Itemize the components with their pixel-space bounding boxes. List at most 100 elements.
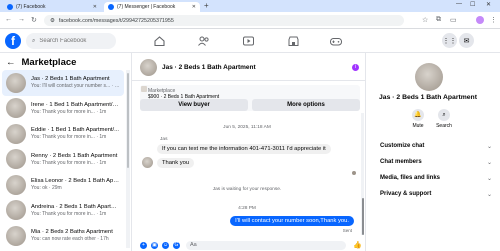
gaming-icon[interactable] [329,34,343,48]
video-icon[interactable] [241,34,255,48]
back-icon[interactable]: ← [5,16,12,23]
conversation-title: Renny · 2 Beds 1 Bath Apartment [31,152,118,159]
friends-icon[interactable] [197,34,211,48]
mute-label: Mute [412,123,424,129]
search-icon: ⌕ [32,37,36,44]
browser-tab-messenger[interactable]: (7) Messenger | Facebook ✕ [104,2,200,12]
messenger-icon[interactable]: ✉ [459,33,474,48]
conversation-item[interactable]: Jas · 2 Beds 1 Bath Apartment You: I'll … [2,70,124,96]
sidepanel-icon[interactable]: ▭ [450,16,457,24]
row-label: Media, files and links [380,175,441,181]
facebook-top-nav: f ⌕ ⋮⋮ ✉ 2 [0,29,500,77]
url-text: facebook.com/messages/t/2994272520537195… [58,17,174,24]
chat-members-row[interactable]: Chat members ⌄ [380,159,492,166]
facebook-logo[interactable]: f [5,33,21,49]
close-tab-icon[interactable]: ✕ [192,4,196,10]
facebook-favicon-icon [108,4,114,10]
menu-grid-icon[interactable]: ⋮⋮ [442,33,457,48]
add-icon[interactable]: + [140,241,147,249]
conversation-item[interactable]: Irene · 1 Bed 1 Bath Apartment/c... You:… [2,96,124,122]
sidebar-header: ← Marketplace [6,57,76,68]
conversation-item[interactable]: Eddie · 1 Bed 1 Bath Apartment/... You: … [2,121,124,147]
message-input[interactable]: Aa [186,240,346,250]
tab-title: (7) Facebook [16,4,46,10]
conversation-info-icon[interactable]: i [352,64,359,71]
sticker-icon[interactable]: ☺ [162,241,169,249]
forward-icon[interactable]: → [18,16,25,23]
conversation-avatar [6,225,26,246]
message-timestamp: Jun 5, 2025, 11:18 AM [223,125,271,130]
incoming-message[interactable]: If you can text me the information 401-4… [157,144,331,154]
listing-thumbnail [141,86,147,92]
conversation-preview: You: Thank you for more in... · 1m [31,159,107,166]
minimize-icon[interactable]: — [456,1,462,7]
conversation-avatar [6,123,26,144]
search-label: Search [436,123,452,129]
url-bar[interactable]: ⚙ facebook.com/messages/t/29942725205371… [44,15,404,26]
conversation-details-panel: Jas · 2 Beds 1 Bath Apartment 🔔 Mute ⌕ S… [366,53,500,251]
seen-indicator-icon [352,171,356,175]
outgoing-message[interactable]: I'll will contact your number soon,Thank… [230,216,354,226]
conversation-preview: You: can now rate each other · 17h [31,236,109,243]
conversation-preview: You: Thank you for more in... · 1m [31,134,107,141]
close-tab-icon[interactable]: ✕ [93,4,97,10]
facebook-search[interactable]: ⌕ [26,33,116,49]
browser-tab-facebook[interactable]: (7) Facebook ✕ [3,2,101,12]
site-info-icon[interactable]: ⚙ [50,18,55,24]
conversation-title: Elisa Leonor · 2 Beds 1 Bath Apar... [31,178,119,185]
conversation-item[interactable]: Elisa Leonor · 2 Beds 1 Bath Apar... You… [2,172,124,198]
row-label: Chat members [380,159,422,165]
browser-tabbar: (7) Facebook ✕ (7) Messenger | Facebook … [0,0,500,12]
home-icon[interactable] [152,34,166,48]
conversation-item[interactable]: Andreina · 2 Beds 1 Bath Apartm... You: … [2,198,124,224]
conversation-preview: You: Thank you for more in... · 1m [31,108,107,115]
search-input[interactable] [39,38,110,44]
privacy-support-row[interactable]: Privacy & support ⌄ [380,191,492,198]
conversation-avatar [6,149,26,170]
bookmark-star-icon[interactable]: ☆ [422,16,428,24]
sent-status: Sent [342,228,352,233]
chat-avatar[interactable] [140,59,157,76]
message-composer: + ▣ ☺ G Aa 👍 [132,239,366,251]
browser-profile-avatar[interactable] [476,16,484,24]
conversation-avatar [6,72,26,93]
conversation-title: Jas · 2 Beds 1 Bath Apartment [31,76,110,83]
chat-scrollbar-thumb[interactable] [361,198,364,235]
waiting-notice: Jas is waiting for your response. [212,187,282,192]
marketplace-icon[interactable] [286,34,300,48]
chat-title[interactable]: Jas · 2 Beds 1 Bath Apartment [162,64,256,71]
like-icon[interactable]: 👍 [353,241,362,249]
image-icon[interactable]: ▣ [151,241,158,249]
sidebar-scrollbar-thumb[interactable] [127,73,129,168]
sidebar-title: Marketplace [21,57,77,68]
row-label: Privacy & support [380,191,432,197]
message-thread: Jun 5, 2025, 11:18 AM Jas If you can tex… [132,113,362,238]
conversation-item[interactable]: Mia · 2 Beds 2 Baths Apartment You: can … [2,223,124,249]
more-options-button[interactable]: More options [252,99,360,111]
reload-icon[interactable]: ↻ [31,16,37,24]
media-files-row[interactable]: Media, files and links ⌄ [380,175,492,182]
back-arrow-icon[interactable]: ← [6,57,16,68]
conversation-title: Andreina · 2 Beds 1 Bath Apartm... [31,203,119,210]
search-icon: ⌕ [438,109,450,121]
maximize-icon[interactable]: ☐ [470,1,475,8]
gif-icon[interactable]: G [173,241,180,249]
bell-icon: 🔔 [412,109,424,121]
search-action[interactable]: ⌕ Search [434,109,454,129]
incoming-message[interactable]: Thank you [157,158,195,168]
close-window-icon[interactable]: ✕ [486,1,491,8]
view-buyer-button[interactable]: View buyer [140,99,248,111]
address-bar-row: ← → ↻ ⚙ facebook.com/messages/t/29942725… [0,12,500,29]
mute-action[interactable]: 🔔 Mute [408,109,428,129]
browser-menu-icon[interactable]: ⋮ [490,16,497,24]
chevron-down-icon: ⌄ [486,192,492,198]
extensions-icon[interactable]: ⧉ [436,16,441,24]
facebook-favicon-icon [7,4,13,10]
conversation-item[interactable]: Renny · 2 Beds 1 Bath Apartment You: Tha… [2,147,124,173]
chat-header: Jas · 2 Beds 1 Bath Apartment i [132,53,366,81]
conversation-title: Mia · 2 Beds 2 Baths Apartment [31,229,113,236]
details-avatar[interactable] [415,63,443,91]
customize-chat-row[interactable]: Customize chat ⌄ [380,143,492,150]
new-tab-icon[interactable]: + [204,1,209,10]
message-sender: Jas [160,137,168,142]
